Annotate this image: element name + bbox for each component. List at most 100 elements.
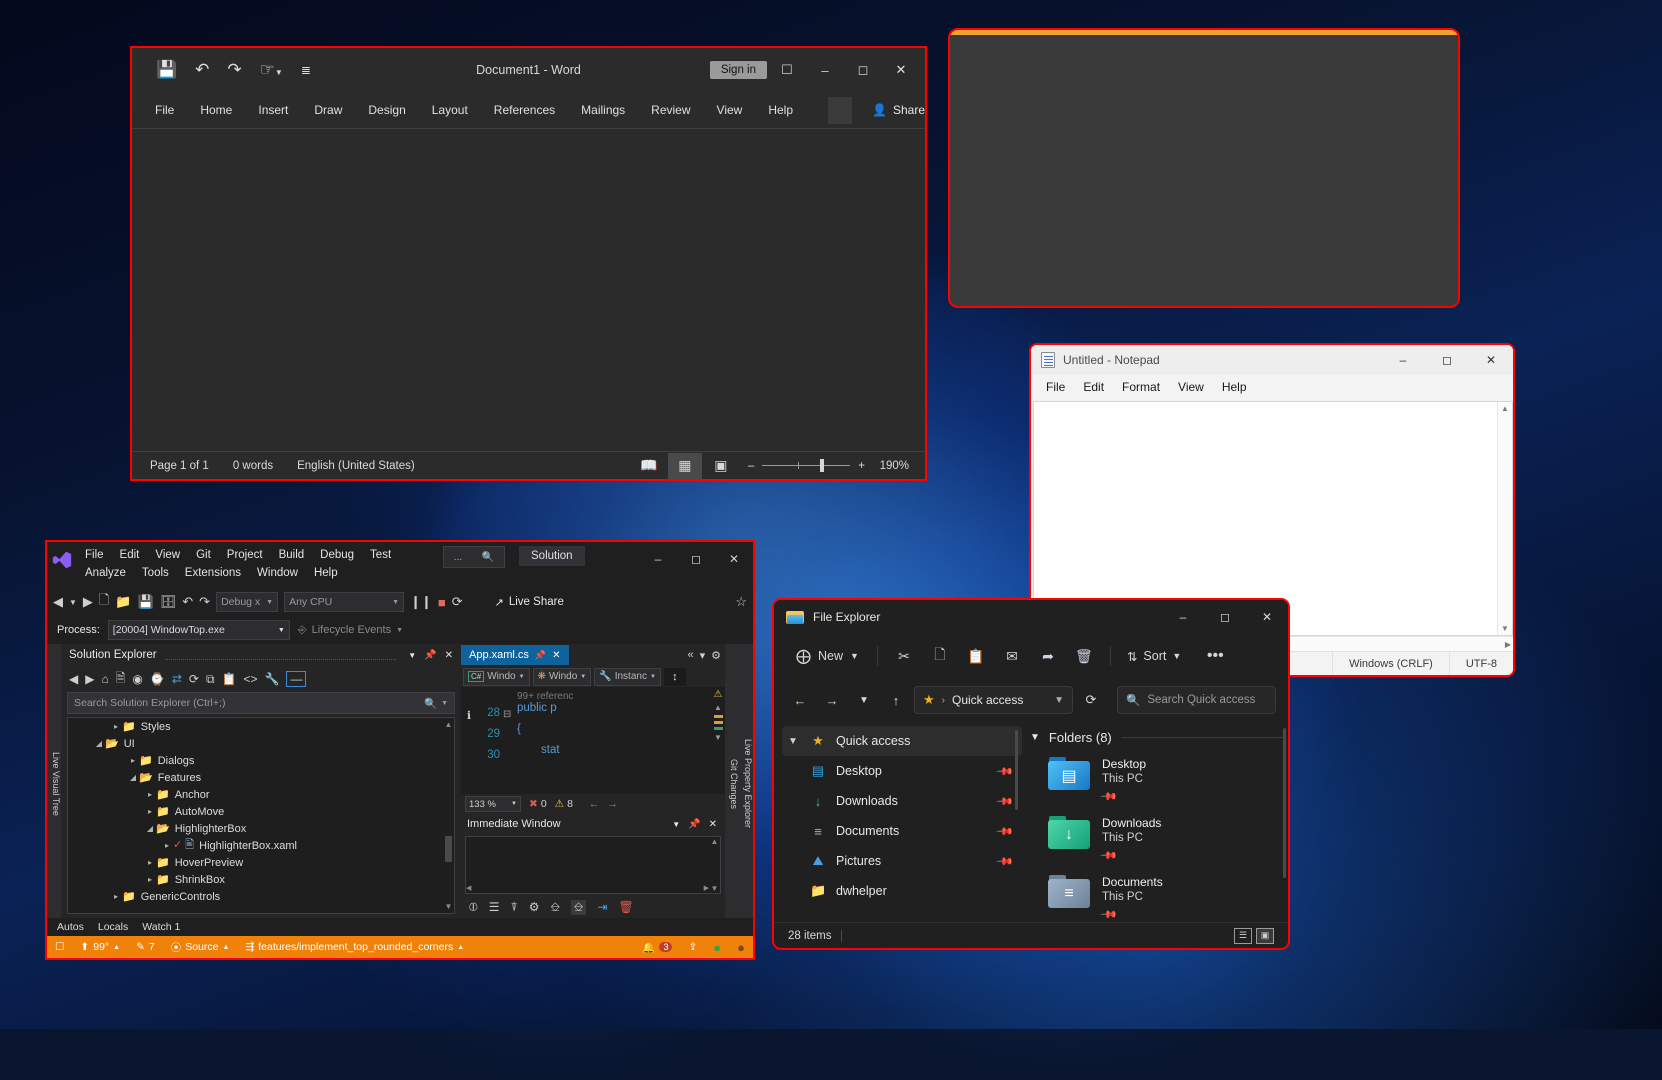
collapsed-arrow-icon[interactable]: ▸ [144,790,156,799]
minimize-icon[interactable]: – [639,546,677,572]
nav-scrollbar[interactable] [1015,730,1018,810]
tab-references[interactable]: References [481,97,568,123]
undo-icon[interactable]: ↶ [195,60,209,80]
notepad-menubar[interactable]: File Edit Format View Help [1031,375,1513,399]
solution-explorer-panel[interactable]: Solution Explorer ▼ 📌 ✕ ◀ ▶ ⌂ 🗎 ◉ ⌚ ⇄ ⟳ … [61,644,461,918]
maximize-icon[interactable]: ◻ [677,546,715,572]
redo-icon[interactable]: ↷ [227,60,241,80]
notepad-window-controls[interactable]: – ◻ ✕ [1381,345,1513,375]
tree-item[interactable]: ▸✓ 🖹HighlighterBox.xaml [68,837,454,854]
maximize-icon[interactable]: ◻ [1425,345,1469,375]
git-branch[interactable]: ⇶ features/implement_top_rounded_corners… [237,941,472,953]
code-text[interactable]: 99+ referenc public p { stat [517,687,711,794]
pin-icon[interactable]: 📌 [684,819,704,830]
navigate-backward-icon[interactable]: ◀ [53,594,63,610]
vs-standard-toolbar[interactable]: ◀ ▼ ▶ 🗋 📁 💾 🗄 ↶ ↷ Debug x ▼ Any CPU ▼ ❙❙… [47,588,753,616]
tree-item[interactable]: ▸📁Dialogs [68,752,454,769]
editor-tab-actions[interactable]: « ▾ ⚙ [687,649,725,662]
close-icon[interactable]: ✕ [1469,345,1513,375]
refresh-icon[interactable]: ⟳ [189,672,199,686]
share-button[interactable]: 👤 Share [872,103,925,117]
menu-help[interactable]: Help [1213,377,1256,397]
file-explorer-window-controls[interactable]: – ◻ ✕ [1162,601,1288,633]
zoom-percent[interactable]: 190% [873,460,909,472]
new-item-icon[interactable]: 🗋 [99,591,109,613]
zoom-slider[interactable] [762,465,850,466]
rounded-corner-demo-window[interactable] [948,28,1460,308]
collapse-all-icon[interactable]: ⧉ [206,672,215,687]
scroll-up-arrow-icon[interactable]: ▲ [711,837,719,846]
scroll-up-arrow-icon[interactable]: ▲ [1501,404,1509,413]
editor-status-bar[interactable]: 133 % ▼ ✖ 0 ⚠ 8 ← → [461,794,725,814]
open-file-icon[interactable]: 📁 [115,594,131,610]
menu-edit[interactable]: Edit [112,546,148,564]
sort-button[interactable]: ⇅ Sort ▼ [1119,643,1189,670]
warning-count[interactable]: ⚠ 8 [555,798,573,810]
window-body[interactable] [950,35,1458,308]
chevron-down-icon[interactable]: ▼ [1030,732,1040,743]
tab-insert[interactable]: Insert [245,97,301,123]
redo-icon[interactable]: ↷ [199,594,210,610]
navigate-backward-dropdown-icon[interactable]: ▼ [69,598,77,607]
word-window-controls[interactable]: Sign in ☐ – ◻ ✕ [710,55,919,85]
collapsed-arrow-icon[interactable]: ▸ [144,875,156,884]
solution-explorer-tree[interactable]: ▸📁Styles◢📂UI▸📁Dialogs◢📂Features▸📁Anchor▸… [67,717,455,914]
maximize-icon[interactable]: ◻ [845,55,881,85]
tree-item[interactable]: ▸📁Anchor [68,786,454,803]
collapsed-arrow-icon[interactable]: ▸ [144,807,156,816]
file-explorer-titlebar[interactable]: File Explorer – ◻ ✕ [774,600,1288,634]
collapsed-arrow-icon[interactable]: ▸ [110,892,122,901]
vs-search-box[interactable]: ... 🔍 [443,546,505,568]
add-to-source-control-icon[interactable]: ⇪ [680,941,705,953]
threads-icon[interactable]: ⍒ [510,900,517,915]
print-layout-icon[interactable]: ▦ [668,453,702,479]
scroll-down-arrow-icon[interactable]: ▼ [1501,624,1509,633]
word-ribbon-tabs[interactable]: File Home Insert Draw Design Layout Refe… [132,92,925,128]
visual-studio-window[interactable]: File Edit View Git Project Build Debug T… [45,540,755,960]
show-all-files-icon[interactable]: ◉ [132,672,142,686]
expanded-arrow-icon[interactable]: ◢ [127,773,139,782]
pin-icon[interactable]: 📌 [996,852,1015,871]
close-icon[interactable]: ✕ [715,546,753,572]
sidebar-item-desktop[interactable]: ▤Desktop📌 [782,756,1022,786]
feedback-icon[interactable]: ☆ [735,594,747,610]
menu-view[interactable]: View [1169,377,1213,397]
pin-icon[interactable]: 📌 [996,822,1015,841]
tree-item[interactable]: ◢📂HighlighterBox [68,820,454,837]
warning-icon[interactable]: ⚠ [714,689,723,700]
tree-item[interactable]: ◢📂Features [68,769,454,786]
active-files-icon[interactable]: ▾ [700,649,706,662]
quick-access-toolbar[interactable]: 💾 ↶ ↷ ☞▼ ≣ [138,60,311,80]
sidebar-item-downloads[interactable]: ↓Downloads📌 [782,786,1022,816]
gear-icon[interactable]: ⚙ [711,649,721,662]
minimize-icon[interactable]: – [1162,601,1204,633]
minimize-icon[interactable]: – [807,55,843,85]
lifecycle-events-button[interactable]: ⎆ Lifecycle Events ▼ [298,624,403,637]
tree-scroll-thumb[interactable] [445,836,452,862]
save-icon[interactable]: 💾 [156,60,177,80]
editor-scroll-map[interactable]: ⚠ ▲ ▼ [711,687,725,794]
zoom-out-button[interactable]: – [748,460,754,472]
error-count[interactable]: ✖ 0 [529,798,547,810]
tree-item[interactable]: ▸📁ShrinkBox [68,871,454,888]
immediate-window-body[interactable]: ▲ ▼ ◀ ▶ [465,836,721,894]
split-view-icon[interactable]: ↕ [664,668,686,686]
word-titlebar[interactable]: 💾 ↶ ↷ ☞▼ ≣ Document1 - Word Sign in ☐ – … [132,48,925,92]
web-layout-icon[interactable]: ▣ [704,453,738,479]
call-stack-icon[interactable]: ☰ [489,900,500,914]
view-toggle-buttons[interactable]: ☰ ▣ [1234,928,1274,944]
tree-item[interactable]: ▸📁Styles [68,718,454,735]
vs-menu-row[interactable]: File Edit View Git Project Build Debug T… [47,542,753,588]
save-icon[interactable]: 💾 [138,594,154,610]
details-view-icon[interactable]: ☰ [1234,928,1252,944]
live-share-button[interactable]: ↗ Live Share [495,596,564,609]
nav-type-combo[interactable]: ❋ Windo ▼ [533,668,592,686]
history-icon[interactable]: ⌚ [150,672,165,686]
immediate-horizontal-scrollbar[interactable]: ◀ ▶ [466,883,709,893]
new-button[interactable]: ⨁ New ▼ [786,641,869,671]
tree-item[interactable]: ◢📂UI [68,735,454,752]
menu-file[interactable]: File [1037,377,1074,397]
back-icon[interactable]: ◀ [69,672,78,686]
status-ready-icon[interactable]: ☐ [47,941,72,953]
navigation-pane[interactable]: ▼★Quick access▤Desktop📌↓Downloads📌≡Docum… [774,722,1022,922]
